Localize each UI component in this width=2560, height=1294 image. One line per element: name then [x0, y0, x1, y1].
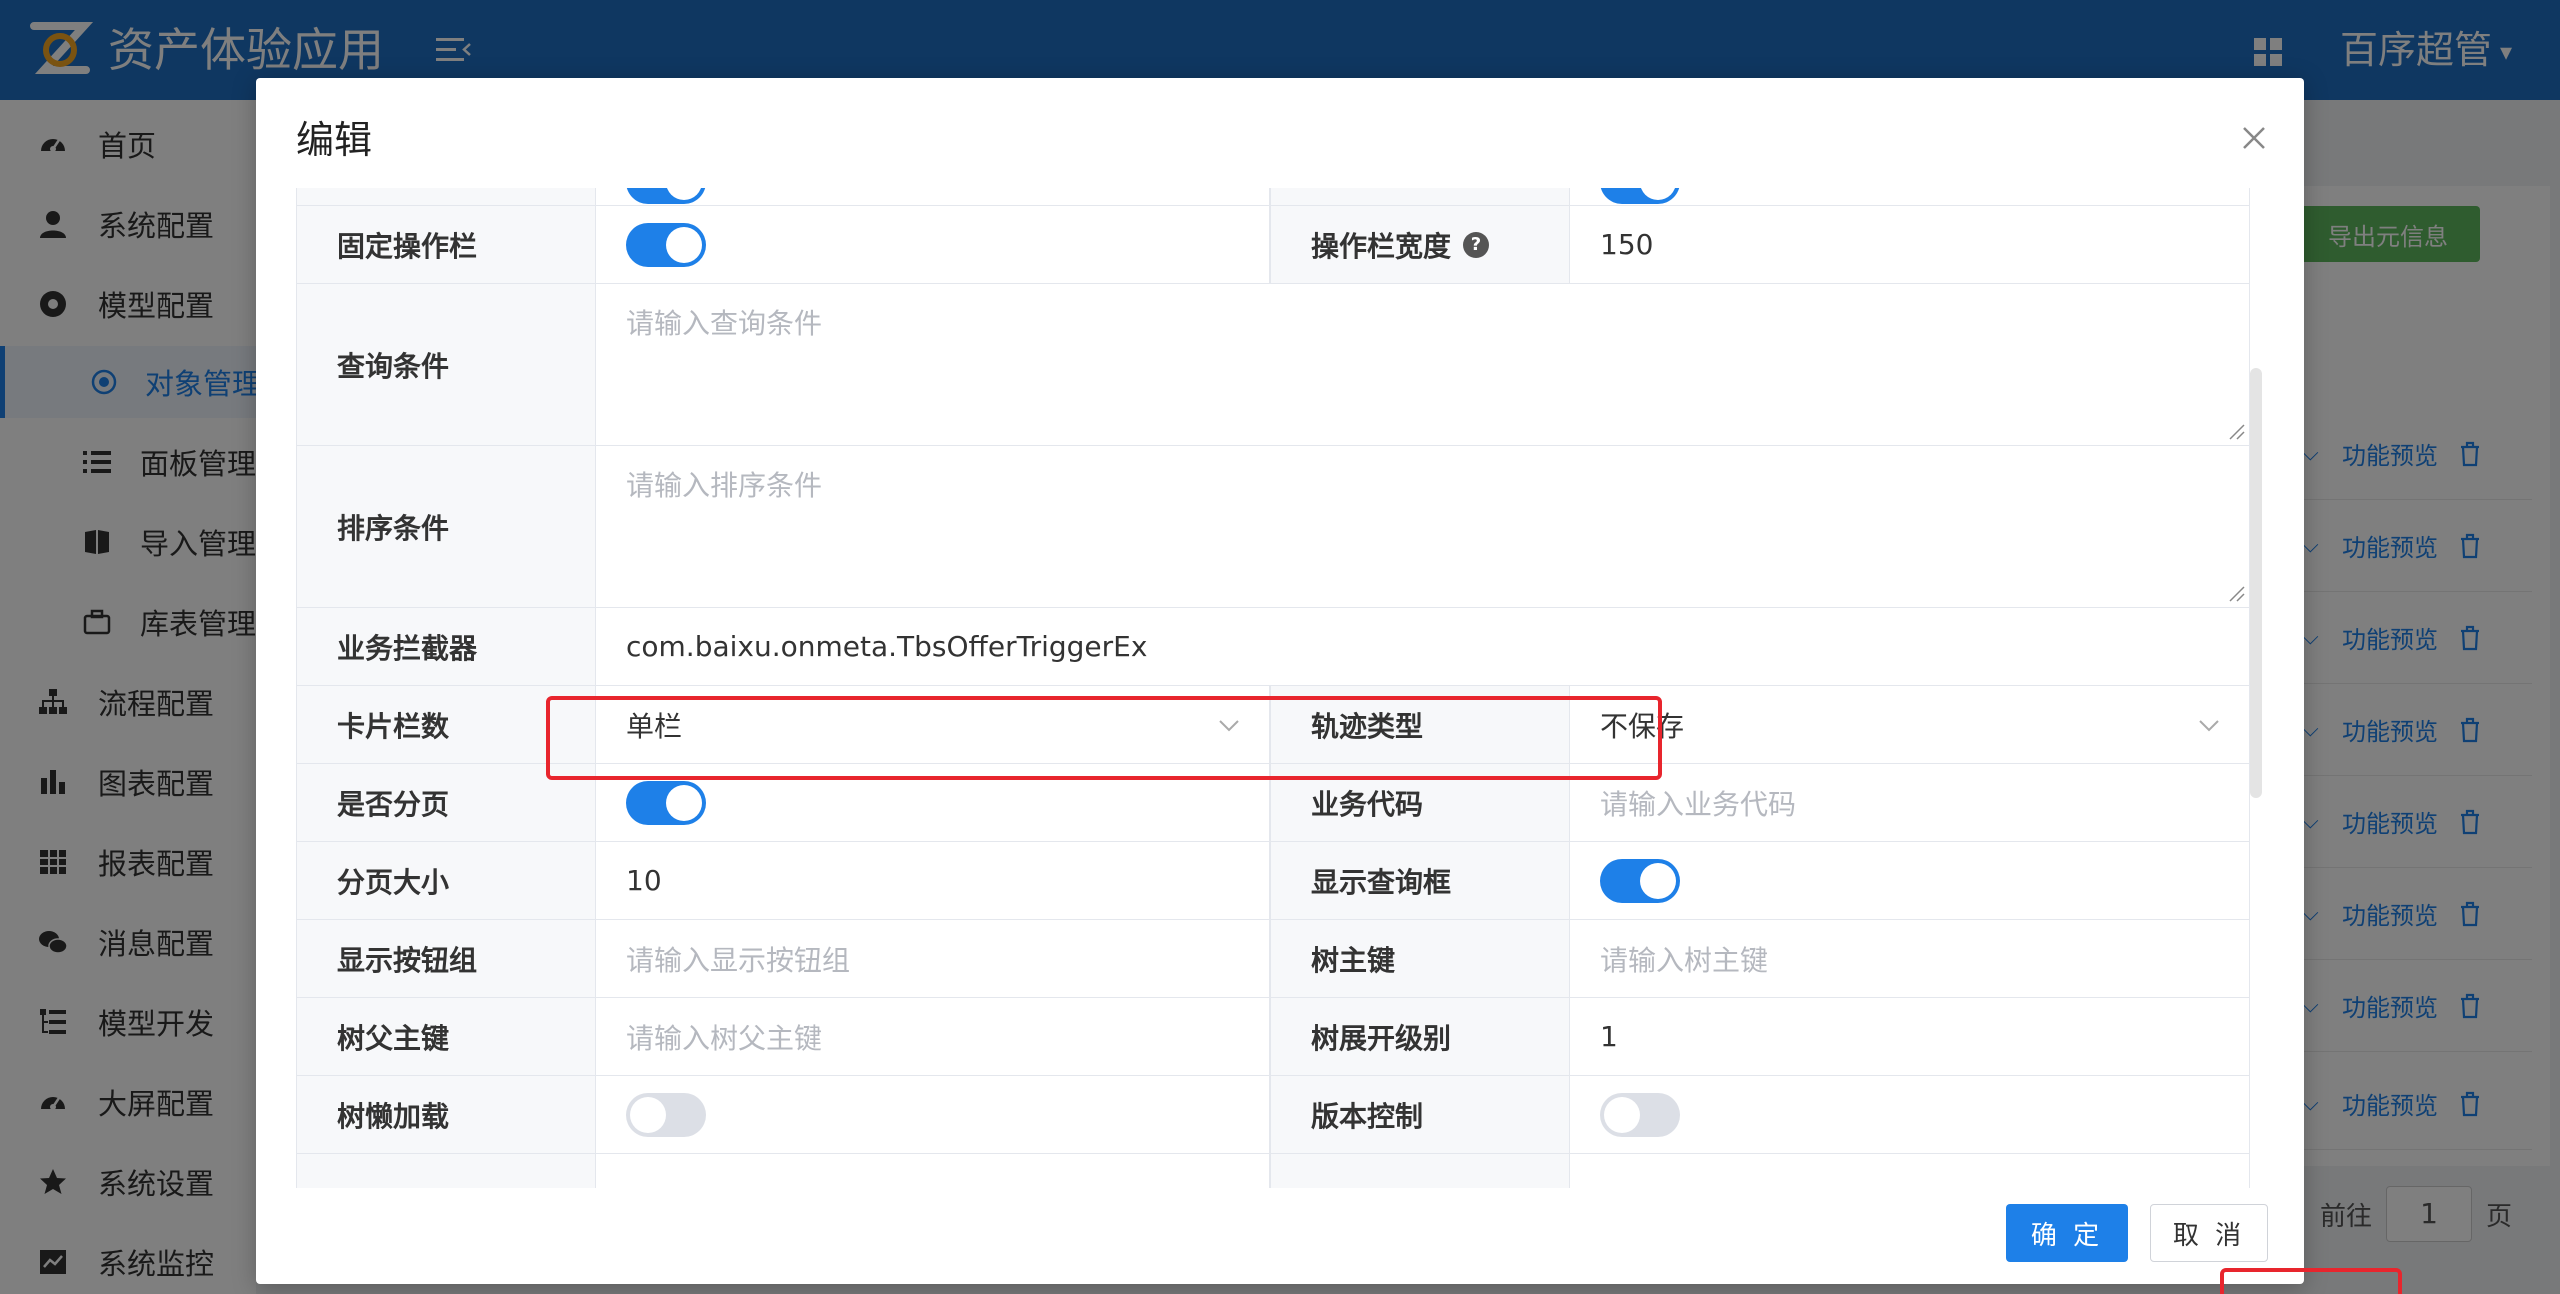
form-row: 排序条件 请输入排序条件	[296, 446, 2250, 608]
form-row: 固定操作栏 操作栏宽度? 150	[296, 206, 2250, 284]
edit-dialog: 编辑 固定操作栏 操作栏宽度? 150 查询条件 请输入查询条件 排序条件 请输…	[256, 78, 2402, 1294]
tree-key-input[interactable]: 请输入树主键	[1570, 920, 2250, 997]
biz-code-input[interactable]: 请输入业务代码	[1570, 764, 2250, 841]
dialog-title: 编辑	[296, 118, 373, 162]
field-label: 树父主键	[296, 998, 596, 1075]
toggle-switch[interactable]	[1600, 1092, 1680, 1137]
field-label	[1270, 1154, 1570, 1188]
bar-width-input[interactable]: 150	[1570, 206, 2250, 283]
btn-group-input[interactable]: 请输入显示按钮组	[596, 920, 1270, 997]
tree-parent-input[interactable]: 请输入树父主键	[596, 998, 1270, 1075]
field-label: 显示查询框	[1270, 842, 1570, 919]
version-ctrl-toggle[interactable]	[1570, 1076, 2250, 1153]
annotation-highlight-interceptor	[546, 696, 1662, 780]
toggle-switch[interactable]	[626, 780, 706, 825]
help-icon[interactable]: ?	[1463, 231, 1490, 258]
toggle-switch[interactable]	[626, 222, 706, 267]
close-icon[interactable]	[2234, 118, 2274, 158]
resize-grip-icon[interactable]	[2228, 585, 2246, 603]
interceptor-input[interactable]: com.baixu.onmeta.TbsOfferTriggerEx	[596, 608, 2250, 685]
field-label: 分页大小	[296, 842, 596, 919]
field-label	[296, 1154, 596, 1188]
field-label	[1270, 188, 1570, 205]
field-value	[1570, 1154, 2250, 1188]
form-row: 业务拦截器 com.baixu.onmeta.TbsOfferTriggerEx	[296, 608, 2250, 686]
field-label	[296, 188, 596, 205]
field-value	[596, 1154, 1270, 1188]
toggle-switch[interactable]	[626, 1092, 706, 1137]
query-textarea[interactable]: 请输入查询条件	[596, 284, 2250, 445]
field-label: 显示按钮组	[296, 920, 596, 997]
track-type-select[interactable]: 不保存	[1570, 686, 2250, 763]
page-size-input[interactable]: 10	[596, 842, 1270, 919]
field-label: 操作栏宽度?	[1270, 206, 1570, 283]
sort-textarea[interactable]: 请输入排序条件	[596, 446, 2250, 607]
cancel-button[interactable]: 取 消	[2150, 1204, 2268, 1262]
form-row: 分页大小 10 显示查询框	[296, 842, 2250, 920]
annotation-highlight-confirm	[2220, 1268, 2402, 1294]
form-row: 树懒加载 版本控制	[296, 1076, 2250, 1154]
toggle-switch[interactable]	[626, 188, 706, 204]
tree-level-input[interactable]: 1	[1570, 998, 2250, 1075]
form-scrollbar[interactable]	[2250, 368, 2262, 798]
field-label: 树展开级别	[1270, 998, 1570, 1075]
field-label: 树懒加载	[296, 1076, 596, 1153]
fixed-bar-toggle[interactable]	[596, 206, 1270, 283]
form-row-partial	[296, 1154, 2250, 1188]
field-label: 查询条件	[296, 284, 596, 445]
confirm-button[interactable]: 确 定	[2006, 1204, 2128, 1262]
show-query-toggle[interactable]	[1570, 842, 2250, 919]
toggle-field[interactable]	[596, 188, 1270, 205]
toggle-switch[interactable]	[1600, 188, 1680, 204]
edit-form: 固定操作栏 操作栏宽度? 150 查询条件 请输入查询条件 排序条件 请输入排序…	[296, 188, 2250, 1188]
toggle-switch[interactable]	[1600, 858, 1680, 903]
resize-grip-icon[interactable]	[2228, 423, 2246, 441]
field-label: 业务拦截器	[296, 608, 596, 685]
form-row: 查询条件 请输入查询条件	[296, 284, 2250, 446]
field-label: 版本控制	[1270, 1076, 1570, 1153]
field-label: 排序条件	[296, 446, 596, 607]
tree-lazy-toggle[interactable]	[596, 1076, 1270, 1153]
form-row: 树父主键 请输入树父主键 树展开级别 1	[296, 998, 2250, 1076]
form-row: 显示按钮组 请输入显示按钮组 树主键 请输入树主键	[296, 920, 2250, 998]
chevron-down-icon	[2199, 719, 2219, 731]
field-label: 固定操作栏	[296, 206, 596, 283]
form-row-partial	[296, 188, 2250, 206]
toggle-field[interactable]	[1570, 188, 2250, 205]
field-label: 树主键	[1270, 920, 1570, 997]
